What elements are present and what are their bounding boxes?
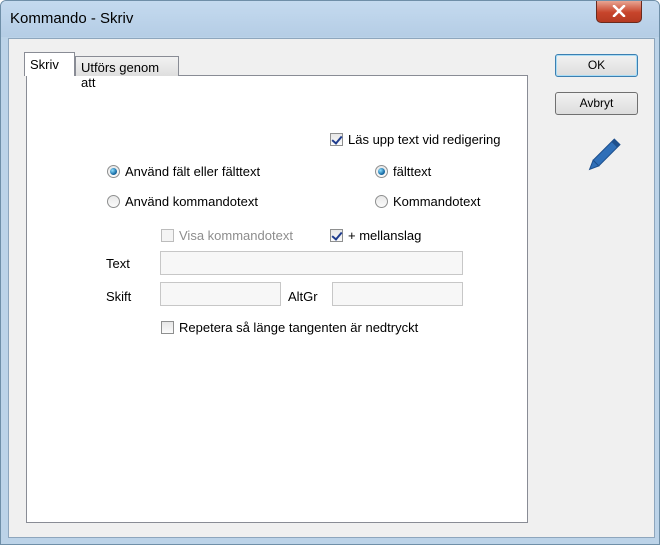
use-field-radio[interactable]: [107, 165, 120, 178]
field-text-radio[interactable]: [375, 165, 388, 178]
dialog-window: Kommando - Skriv Skriv Utförs genom att …: [0, 0, 660, 545]
command-text-radio[interactable]: [375, 195, 388, 208]
dialog-client-area: Skriv Utförs genom att Läs upp text vid …: [8, 38, 655, 538]
pencil-icon: [588, 138, 621, 171]
tab-skriv[interactable]: Skriv: [24, 52, 75, 76]
altgr-input[interactable]: [332, 282, 463, 306]
title-bar: Kommando - Skriv: [1, 1, 659, 37]
altgr-field-label: AltGr: [288, 289, 318, 304]
read-aloud-label: Läs upp text vid redigering: [348, 132, 501, 147]
cancel-button[interactable]: Avbryt: [555, 92, 638, 115]
use-field-label: Använd fält eller fälttext: [125, 164, 261, 179]
read-aloud-checkbox[interactable]: [330, 133, 343, 146]
tab-panel: Läs upp text vid redigering Använd fält …: [26, 75, 528, 523]
tab-utfors-genom-att[interactable]: Utförs genom att: [75, 56, 179, 90]
shift-field-label: Skift: [106, 289, 132, 304]
repeat-checkbox[interactable]: [161, 321, 174, 334]
ok-button[interactable]: OK: [555, 54, 638, 77]
shift-input[interactable]: [160, 282, 281, 306]
command-text-label: Kommandotext: [393, 194, 481, 209]
show-command-label: Visa kommandotext: [179, 228, 293, 243]
plus-space-label: + mellanslag: [348, 228, 422, 243]
close-icon: [612, 5, 626, 17]
use-command-radio[interactable]: [107, 195, 120, 208]
text-field-label: Text: [106, 256, 130, 271]
close-button[interactable]: [596, 1, 642, 23]
text-input[interactable]: [160, 251, 463, 275]
show-command-checkbox[interactable]: [161, 229, 174, 242]
window-title: Kommando - Skriv: [10, 10, 134, 27]
repeat-label: Repetera så länge tangenten är nedtryckt: [179, 320, 419, 335]
field-text-label: fälttext: [393, 164, 432, 179]
plus-space-checkbox[interactable]: [330, 229, 343, 242]
use-command-label: Använd kommandotext: [125, 194, 258, 209]
